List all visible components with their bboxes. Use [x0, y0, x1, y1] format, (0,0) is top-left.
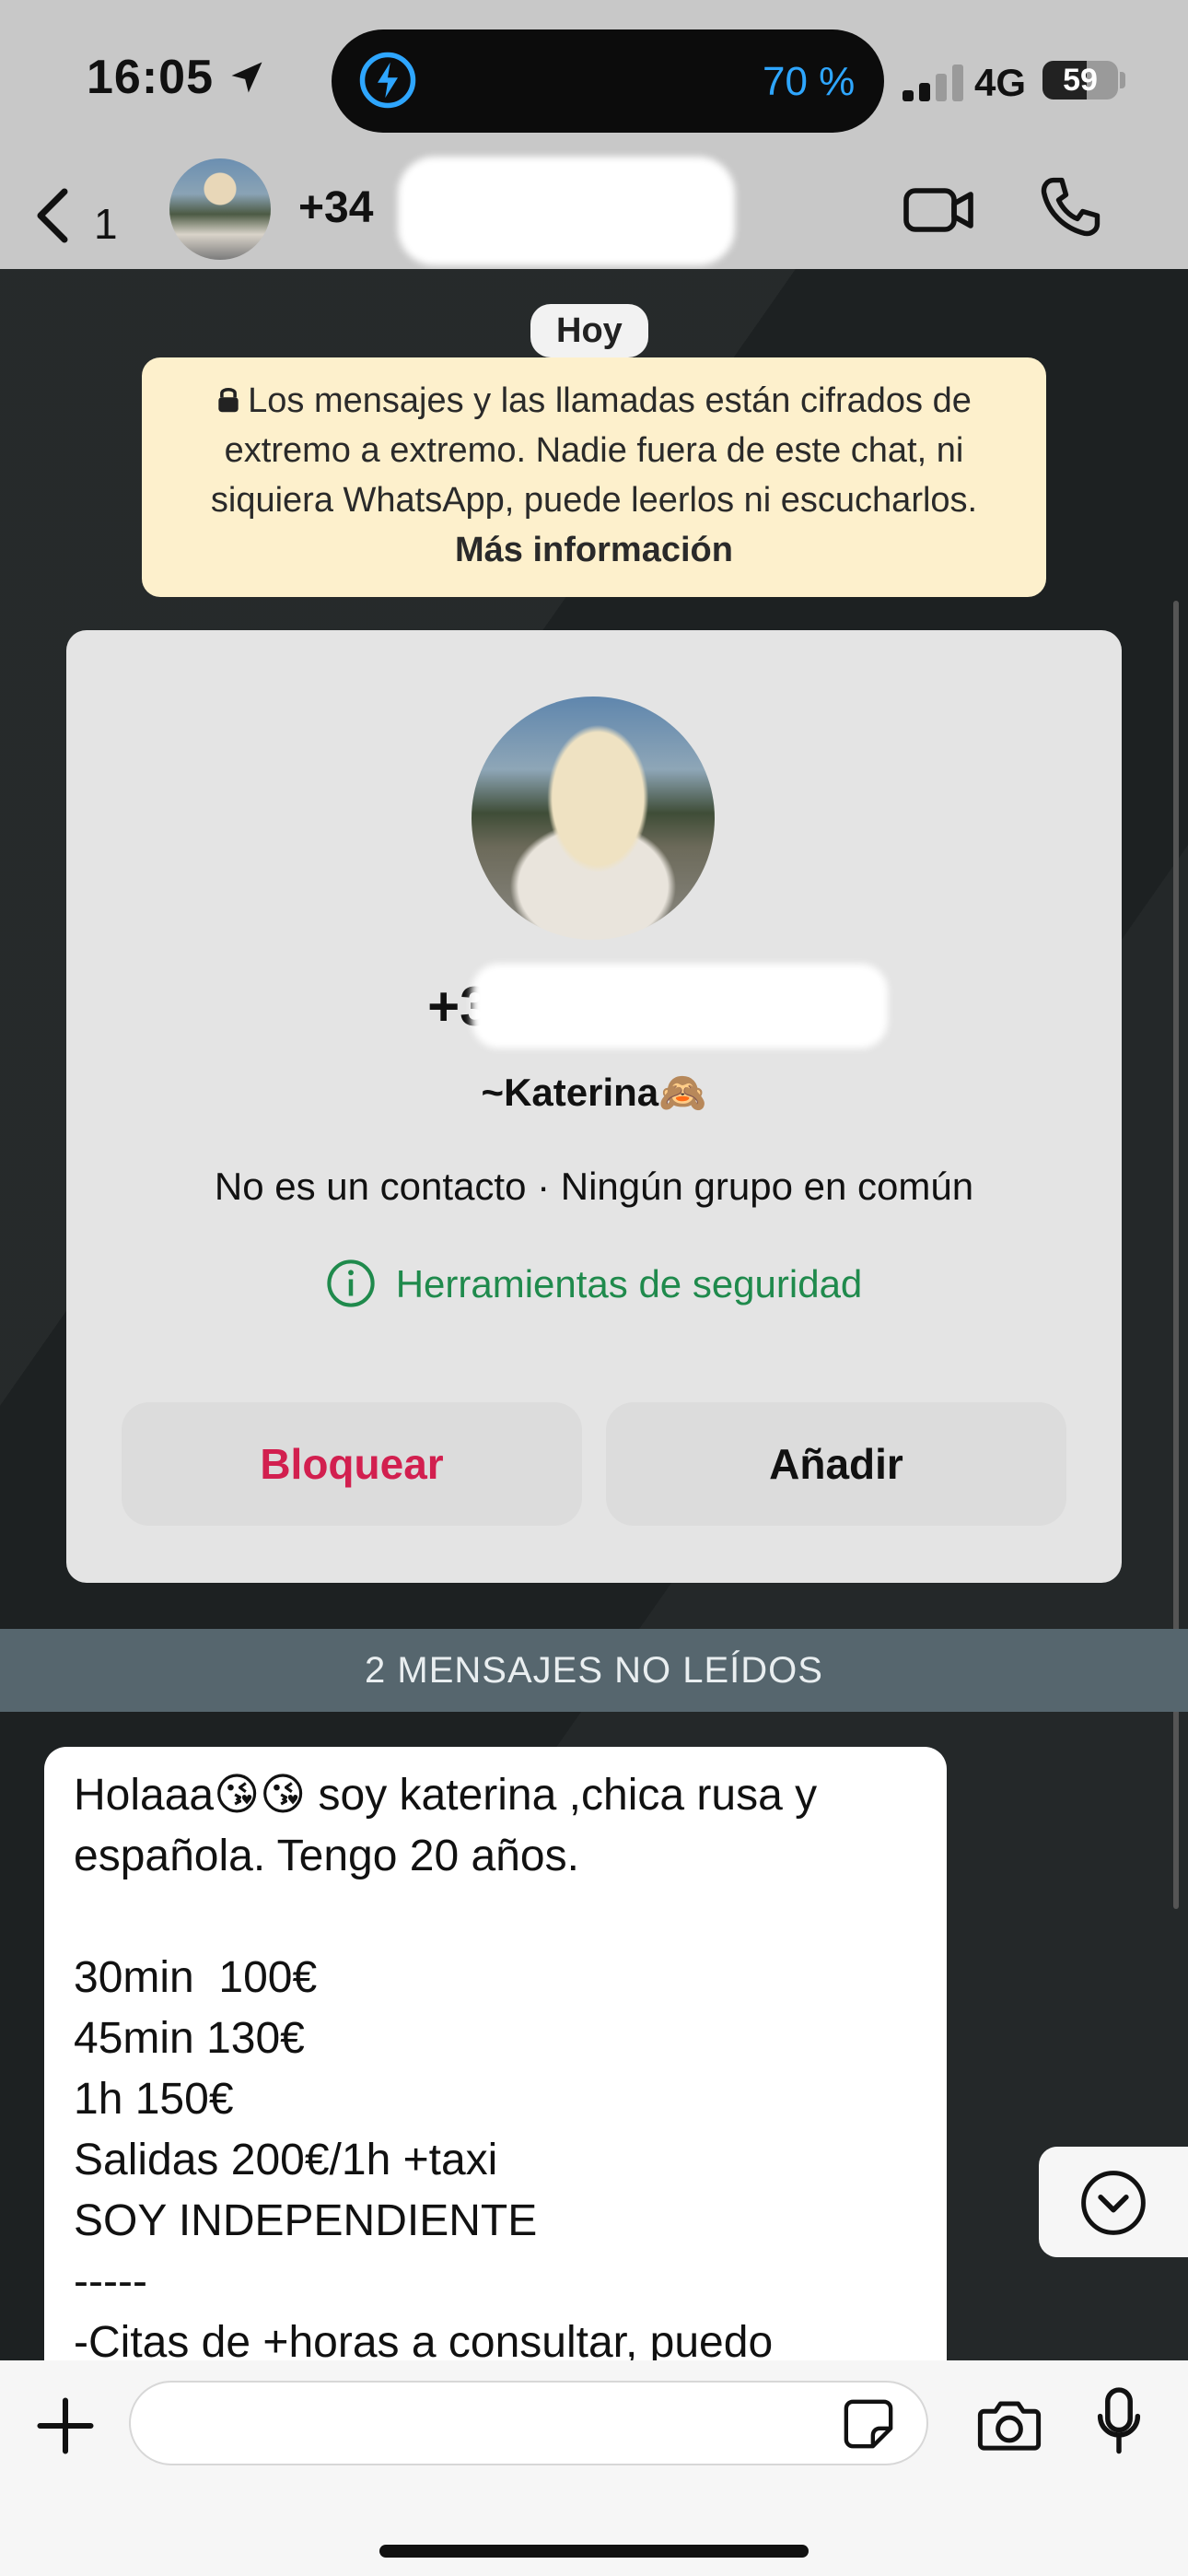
plus-icon[interactable] — [35, 2395, 96, 2456]
battery-percent: 70 % — [763, 59, 856, 104]
camera-icon[interactable] — [976, 2394, 1042, 2454]
battery-icon: 59 — [1042, 61, 1118, 100]
encryption-text: Los mensajes y las llamadas están cifrad… — [210, 381, 978, 520]
security-tools-label: Herramientas de seguridad — [395, 1262, 863, 1306]
chat-area[interactable]: Hoy Los mensajes y las llamadas están ci… — [0, 269, 1188, 2360]
status-bar: 16:05 70 % 4G 59 — [0, 0, 1188, 166]
unread-messages-banner: 2 MENSAJES NO LEÍDOS — [0, 1629, 1188, 1712]
scrollbar[interactable] — [1173, 601, 1179, 1909]
date-pill: Hoy — [530, 304, 648, 357]
security-tools-link[interactable]: Herramientas de seguridad — [66, 1259, 1122, 1308]
signal-strength-icon — [903, 64, 963, 101]
encryption-notice[interactable]: Los mensajes y las llamadas están cifrad… — [142, 357, 1046, 597]
redaction-overlay — [398, 157, 735, 265]
battery-level: 59 — [1063, 63, 1098, 98]
redaction-overlay — [472, 964, 888, 1048]
charging-bolt-icon — [359, 52, 416, 109]
contact-push-name: ~Katerina🙈 — [481, 1071, 707, 1114]
microphone-icon[interactable] — [1096, 2386, 1142, 2456]
add-contact-button[interactable]: Añadir — [606, 1402, 1066, 1526]
location-arrow-icon — [231, 62, 262, 93]
back-button[interactable]: 1 — [28, 175, 129, 258]
network-type: 4G — [974, 61, 1027, 104]
battery-cap — [1120, 72, 1125, 88]
contact-info-card: +34 ~Katerina🙈 No es un contacto · Ningú… — [66, 630, 1122, 1583]
more-info-link[interactable]: Más información — [455, 531, 733, 569]
status-time: 16:05 — [87, 51, 214, 104]
message-composer — [0, 2360, 1188, 2576]
video-call-icon[interactable] — [903, 177, 976, 241]
info-icon — [327, 1259, 375, 1307]
unread-chats-count: 1 — [94, 200, 118, 248]
chat-title[interactable]: +34 — [298, 182, 373, 233]
message-input[interactable] — [129, 2381, 928, 2465]
scroll-to-bottom-button[interactable] — [1039, 2147, 1188, 2257]
home-indicator[interactable] — [379, 2545, 809, 2558]
chevron-left-icon — [37, 188, 68, 243]
incoming-message-bubble[interactable]: Holaaa😘😘 soy katerina ,chica rusa y espa… — [44, 1747, 947, 2360]
lock-icon — [218, 388, 239, 413]
contact-profile-photo[interactable] — [472, 697, 715, 940]
contact-meta: No es un contacto · Ningún grupo en comú… — [214, 1165, 974, 1208]
chevron-down-circle-icon — [1081, 2171, 1146, 2235]
block-button[interactable]: Bloquear — [122, 1402, 582, 1526]
contact-avatar[interactable] — [169, 158, 271, 260]
chat-header: 1 +34 — [0, 157, 1188, 269]
sticker-icon[interactable] — [842, 2397, 895, 2451]
top-area: 16:05 70 % 4G 59 1 +34 — [0, 0, 1188, 269]
phone-call-icon[interactable] — [1039, 175, 1101, 240]
